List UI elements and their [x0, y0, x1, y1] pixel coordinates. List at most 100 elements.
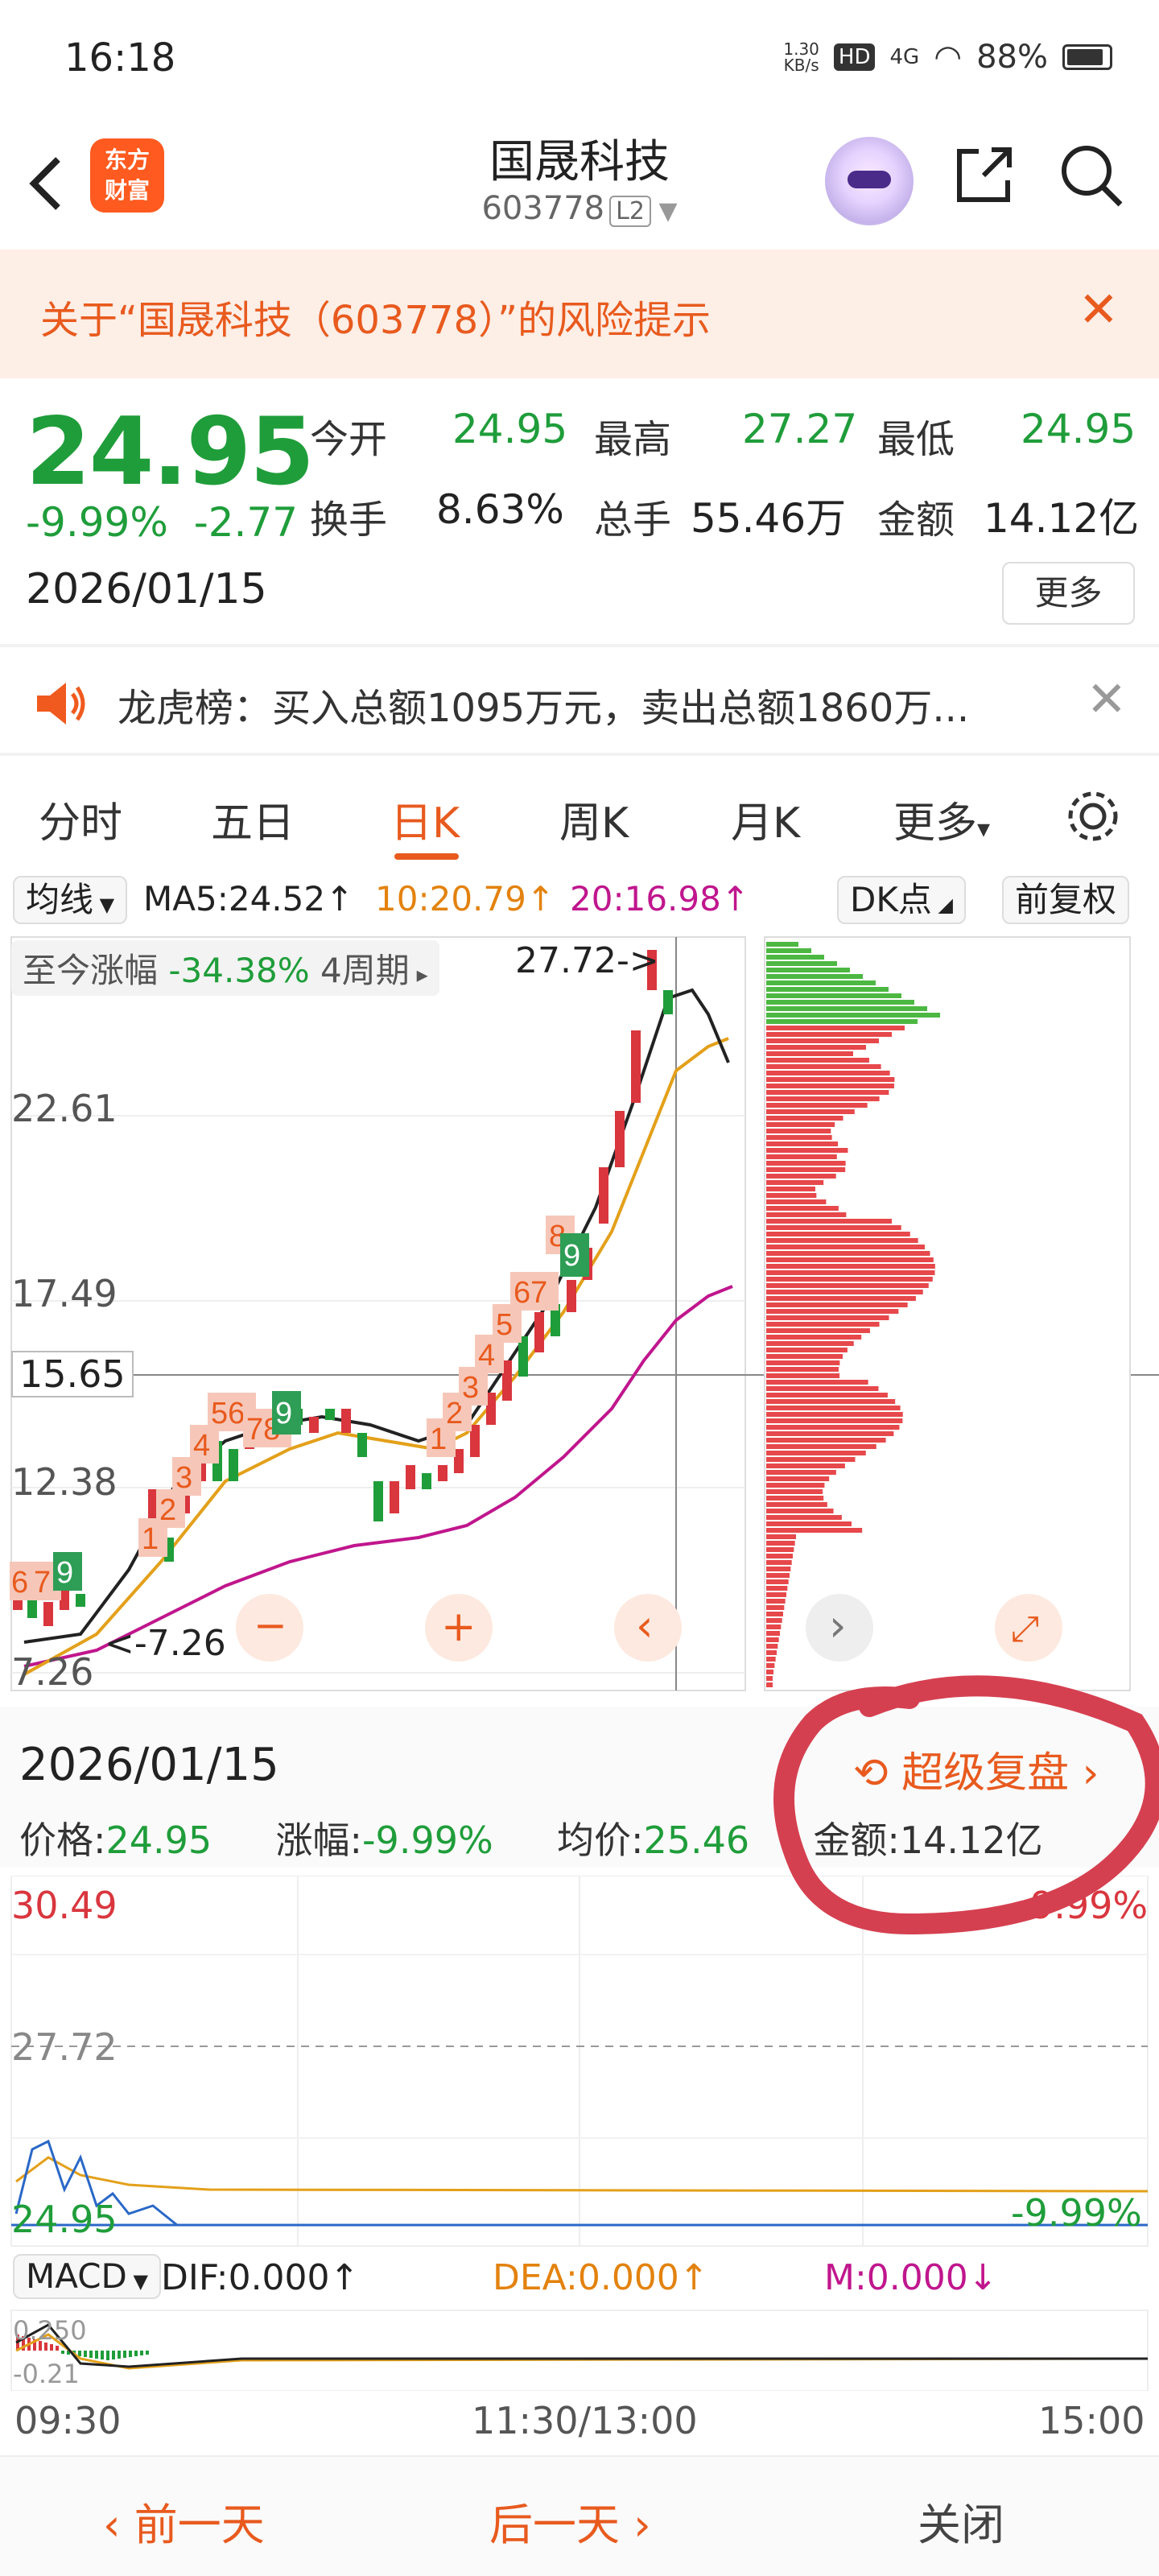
price-change: -9.99% -2.77	[26, 499, 299, 546]
status-bar: 16:18 1.30 KB/s HD 4G ◠ 88%	[0, 0, 1159, 121]
zoom-out-icon: −	[254, 1602, 287, 1649]
ma-selector[interactable]: 均线 ▼	[13, 876, 128, 924]
share-button[interactable]	[948, 138, 1021, 211]
volume-profile-bar	[766, 1232, 910, 1236]
scroll-right-icon: ›	[829, 1600, 847, 1651]
search-button[interactable]	[1054, 138, 1127, 211]
svg-text:2: 2	[159, 1493, 176, 1527]
candle	[43, 1602, 53, 1626]
macd-bar	[56, 2346, 59, 2351]
volume-profile-bar	[766, 1476, 830, 1481]
volume-profile-bar	[766, 1148, 848, 1153]
active-tab-indicator	[394, 853, 459, 860]
period-change-box[interactable]: 至今涨幅 -34.38% 4周期 ▸	[11, 940, 439, 996]
annotation-circle	[773, 1675, 1159, 1935]
previous-day-button[interactable]: ‹ 前一天	[103, 2489, 265, 2553]
macd-svg	[10, 2310, 1149, 2392]
kline-chart[interactable]: 67 9 1 2 3 4 56 78 9 1 2 3 4 5 67 8 9 − …	[0, 926, 1159, 1699]
candle	[373, 1481, 383, 1521]
more-quote-button[interactable]: 更多	[1002, 562, 1135, 625]
macd-bar	[78, 2351, 81, 2356]
candle	[341, 1409, 351, 1433]
volume-profile-bar	[766, 1360, 840, 1365]
volume-profile-bar	[766, 1438, 886, 1443]
volume-profile-bar	[766, 1406, 901, 1410]
intraday-y-bottom: 24.95	[11, 2198, 118, 2241]
volume-profile-bar	[766, 1637, 779, 1642]
volume-profile-bar	[766, 1283, 929, 1288]
volume-profile-bar	[766, 1444, 876, 1449]
volume-profile-bar	[766, 1354, 843, 1359]
macd-bar	[140, 2351, 143, 2355]
candle	[534, 1312, 544, 1352]
candle	[309, 1417, 319, 1433]
tab-more[interactable]: 更多▾	[893, 789, 990, 849]
close-button[interactable]: 关闭	[918, 2489, 1004, 2553]
volume-profile-bar	[766, 1167, 846, 1172]
adjust-mode-button[interactable]: 前复权	[1002, 876, 1130, 924]
volume-profile-bar	[766, 1541, 795, 1546]
tab-weekly-k[interactable]: 周K	[559, 789, 629, 849]
high-label: 最高	[594, 417, 672, 462]
volume-profile-bar	[766, 1180, 824, 1185]
volume-profile-bar	[766, 1116, 843, 1121]
y-label-4: 7.26	[11, 1650, 94, 1694]
volume-profile-bar	[766, 1251, 930, 1256]
candle	[631, 1030, 641, 1103]
volume-profile-bar	[766, 1380, 868, 1385]
volume-profile-bar	[766, 1000, 914, 1005]
tab-intraday[interactable]: 分时	[39, 789, 122, 849]
volume-profile-bar	[766, 1528, 863, 1533]
close-icon[interactable]: ✕	[1087, 671, 1127, 728]
y-label-3: 12.38	[11, 1460, 118, 1504]
volume-profile-bar	[766, 1290, 923, 1294]
volume-profile-bar	[766, 1006, 927, 1011]
tab-daily-k[interactable]: 日K	[390, 789, 460, 849]
next-day-button[interactable]: 后一天 ›	[489, 2489, 651, 2553]
volume-value: 55.46万	[691, 495, 847, 542]
macd-chart[interactable]: 0.250 -0.21	[0, 2302, 1159, 2392]
settings-button[interactable]	[1062, 786, 1124, 850]
tab-monthly-k[interactable]: 月K	[731, 789, 800, 849]
volume-profile-bar	[766, 1418, 903, 1423]
volume-profile-bar	[766, 1206, 839, 1211]
volume-profile-bar	[766, 942, 798, 947]
volume-profile-bar	[766, 1058, 869, 1063]
scroll-left-icon: ‹	[636, 1600, 654, 1651]
gear-icon	[1068, 791, 1118, 841]
risk-warning-banner[interactable]: 关于“国晟科技（603778）”的风险提示 ✕	[0, 250, 1159, 378]
macd-selector[interactable]: MACD ▼	[13, 2254, 161, 2299]
open-label: 今开	[310, 417, 388, 462]
tab-five-day[interactable]: 五日	[211, 789, 295, 849]
intraday-y-top: 30.49	[11, 1884, 118, 1927]
volume-profile-bar	[766, 1399, 896, 1404]
volume-profile-bar	[766, 1315, 889, 1320]
risk-warning-text[interactable]: 关于“国晟科技（603778）”的风险提示	[40, 288, 711, 345]
volume-profile-bar	[766, 1373, 840, 1378]
volume-profile-bar	[766, 1238, 918, 1243]
volume-profile-bar	[766, 1599, 786, 1604]
volume-profile-bar	[766, 968, 850, 972]
crosshair-price: 15.65	[11, 1351, 134, 1397]
volume-profile-bar	[766, 1586, 788, 1591]
ai-assistant-avatar[interactable]	[825, 137, 914, 225]
dragon-tiger-bar[interactable]: 龙虎榜：买入总额1095万元，卖出总额1860万... ✕	[0, 647, 1159, 752]
search-icon	[1062, 146, 1123, 207]
bottom-nav: ‹ 前一天 后一天 › 关闭	[0, 2455, 1159, 2576]
volume-profile-bar	[766, 1483, 825, 1488]
volume-profile-bar	[766, 1489, 823, 1494]
dragon-tiger-text[interactable]: 龙虎榜：买入总额1095万元，卖出总额1860万...	[118, 676, 969, 733]
volume-profile-bar	[766, 1425, 900, 1430]
volume-profile-bar	[766, 1264, 935, 1269]
hd-icon: HD	[833, 43, 876, 71]
dk-point-selector[interactable]: DK点 ◢	[837, 876, 966, 924]
close-icon[interactable]: ✕	[1079, 282, 1119, 338]
volume-profile-bar	[766, 1038, 879, 1043]
volume-profile-bar	[766, 1605, 785, 1610]
volume-profile-bar	[766, 1560, 792, 1565]
svg-text:6: 6	[11, 1566, 28, 1600]
time-axis: 09:30 11:30/13:00 15:00	[0, 2399, 1159, 2447]
speaker-icon	[37, 683, 85, 724]
dropdown-icon: ▼	[650, 197, 678, 225]
volume-label: 总手	[594, 497, 672, 543]
